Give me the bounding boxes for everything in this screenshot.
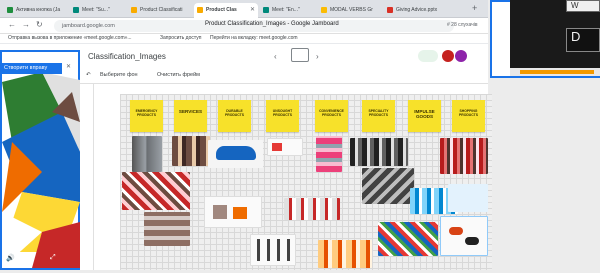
tab-1[interactable]: Meet: "Su..." xyxy=(70,3,126,18)
tab-favicon-icon xyxy=(197,7,203,13)
tab-favicon-icon xyxy=(73,7,79,13)
sticky-note-services[interactable]: SERVICES xyxy=(174,100,207,132)
tab-6[interactable]: Giving Advice.pptx xyxy=(384,3,454,18)
tab-4[interactable]: Meet: "En..." xyxy=(260,3,316,18)
sticky-note-unsought[interactable]: UNSOUGHT PRODUCTS xyxy=(266,100,299,132)
shoes-image[interactable] xyxy=(350,138,408,166)
houses-image[interactable] xyxy=(204,196,262,228)
tab-favicon-icon xyxy=(263,7,269,13)
fullscreen-icon[interactable]: ⤢ xyxy=(50,254,56,262)
reload-icon[interactable]: ↻ xyxy=(36,20,43,29)
tab-strip: Активна кнопка (Ja Meet: "Su..." Product… xyxy=(0,0,488,18)
select-bg-button[interactable]: Выберите фон xyxy=(100,72,138,78)
sticky-note-durable[interactable]: DURABLE PRODUCTS xyxy=(218,100,251,132)
tab-label: Активна кнопка (Ja xyxy=(16,7,61,13)
tab-favicon-icon xyxy=(321,7,327,13)
bookmark-item[interactable]: Запросить доступ xyxy=(160,35,201,41)
meet-present-button[interactable] xyxy=(418,50,438,62)
tab-0[interactable]: Активна кнопка (Ja xyxy=(4,3,68,18)
brands-image[interactable] xyxy=(378,222,438,256)
tab-3-active[interactable]: Product Clas ✕ xyxy=(194,3,258,18)
next-frame-icon[interactable]: › xyxy=(316,52,319,61)
tab-2[interactable]: Product Classificati xyxy=(128,3,192,18)
tab-label: Meet: "Su..." xyxy=(82,7,110,13)
page-title: Product Classification_Images - Google J… xyxy=(205,21,339,27)
video-progress-bar xyxy=(520,70,594,74)
sticky-note-convenience[interactable]: CONVENIENCE PRODUCTS xyxy=(315,100,348,132)
tab-label: Product Clas xyxy=(206,7,237,13)
video-letter-w: W xyxy=(566,0,600,12)
back-icon[interactable]: ← xyxy=(8,20,16,29)
blue-image[interactable] xyxy=(448,184,488,212)
tab-favicon-icon xyxy=(7,7,13,13)
clear-frame-button[interactable]: Очистить фрейм xyxy=(157,72,200,78)
exercise-popup xyxy=(0,50,80,270)
collage-image xyxy=(2,72,80,268)
sticky-note-emergency[interactable]: EMERGENCY PRODUCTS xyxy=(130,100,163,132)
frame-picker-button[interactable] xyxy=(291,48,309,62)
tab-label: Meet: "En..." xyxy=(272,7,300,13)
sticky-note-shopping[interactable]: SHOPPING PRODUCTS xyxy=(452,100,485,132)
avatar[interactable] xyxy=(455,50,467,62)
tab-5[interactable]: MODAL VERBS Gr xyxy=(318,3,382,18)
close-icon[interactable]: ✕ xyxy=(66,63,71,70)
prev-frame-icon[interactable]: ‹ xyxy=(274,52,277,61)
tab-label: Product Classificati xyxy=(140,7,183,13)
forward-icon[interactable]: → xyxy=(22,20,30,29)
participants-count: # 28 слухачів xyxy=(447,22,478,28)
tab-label: MODAL VERBS Gr xyxy=(330,7,373,13)
mice-image[interactable] xyxy=(440,216,488,256)
tab-favicon-icon xyxy=(387,7,393,13)
sticky-note-speciality[interactable]: SPECIALITY PRODUCTS xyxy=(362,100,395,132)
snacks-image[interactable] xyxy=(318,240,372,268)
bookmarks-bar: Отправка вызова в приложение «meet.googl… xyxy=(0,34,488,44)
bookmark-item[interactable]: Отправка вызова в приложение «meet.googl… xyxy=(8,35,132,41)
sticky-note-impulse[interactable]: IMPULSE GOODS xyxy=(408,100,441,132)
avatar[interactable] xyxy=(442,50,454,62)
undo-icon[interactable]: ↶ xyxy=(86,72,91,78)
close-tab-icon[interactable]: ✕ xyxy=(250,6,255,13)
tool-rail xyxy=(80,84,94,270)
new-tab-icon[interactable]: + xyxy=(472,3,477,13)
items-image[interactable] xyxy=(284,198,340,220)
product-image[interactable] xyxy=(267,138,303,156)
shovels-image[interactable] xyxy=(250,234,296,266)
bookmark-item[interactable]: Перейти на вкладку: meet.google.com xyxy=(210,35,298,41)
car-image[interactable] xyxy=(208,140,263,168)
barber-image[interactable] xyxy=(172,136,210,166)
jamboard-title[interactable]: Classification_Images xyxy=(88,52,166,61)
candy-image[interactable] xyxy=(122,172,190,210)
tab-label: Giving Advice.pptx xyxy=(396,7,438,13)
jamboard-toolbar xyxy=(80,68,488,84)
create-exercise-button[interactable]: Створити вправу xyxy=(2,63,62,74)
tab-favicon-icon xyxy=(131,7,137,13)
coffins-image[interactable] xyxy=(144,212,190,246)
towels-image[interactable] xyxy=(316,136,342,172)
calculator-image[interactable] xyxy=(362,168,414,204)
volume-icon[interactable]: 🔊 xyxy=(6,254,15,262)
video-letter-d: D xyxy=(566,28,600,52)
clothing-image[interactable] xyxy=(440,138,488,174)
fridge-image[interactable] xyxy=(132,136,162,172)
